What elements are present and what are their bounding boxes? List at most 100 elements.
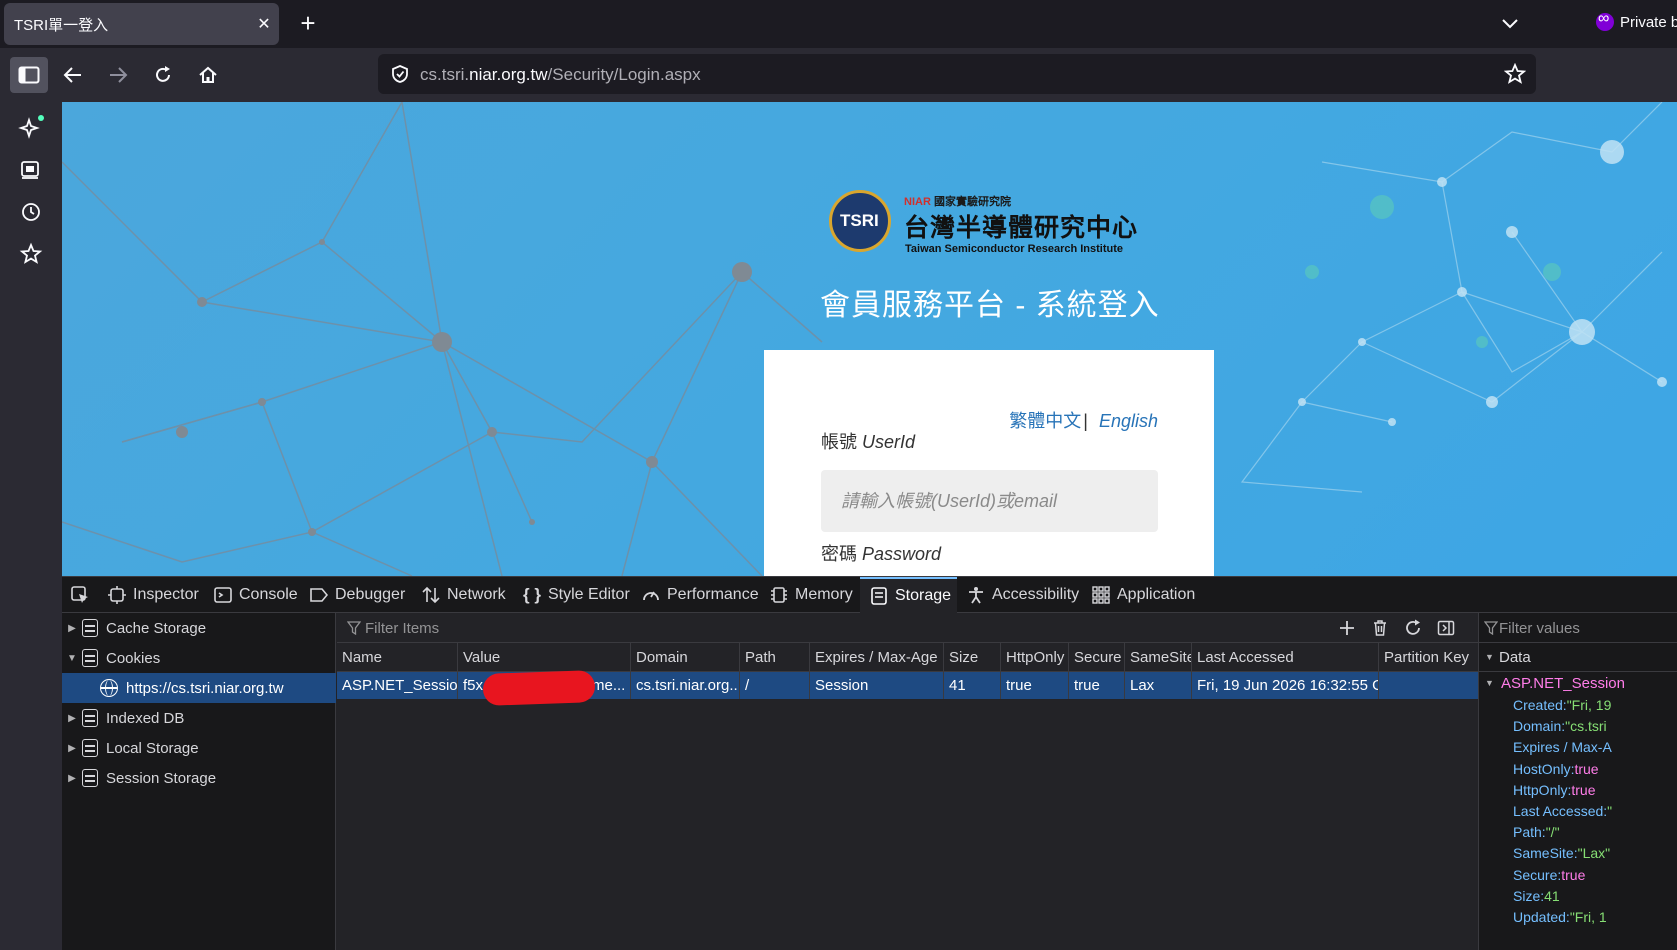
column-header-value[interactable]: Value — [458, 643, 631, 672]
delete-item-button[interactable] — [1367, 616, 1393, 640]
back-button[interactable] — [54, 57, 92, 93]
column-header-httponly[interactable]: HttpOnly — [1001, 643, 1069, 672]
userid-input[interactable] — [821, 470, 1158, 532]
data-property-line[interactable]: Size:41 — [1513, 888, 1560, 904]
data-property-line[interactable]: HostOnly:true — [1513, 761, 1599, 777]
devtools-toolbar: Inspector Console Debugger Network { } S… — [62, 577, 1677, 613]
data-section-header[interactable]: Data — [1479, 643, 1677, 672]
data-property-line[interactable]: Updated:"Fri, 1 — [1513, 909, 1607, 925]
toggle-sidebar-button[interactable] — [1433, 616, 1459, 640]
data-property-line[interactable]: HttpOnly:true — [1513, 782, 1595, 798]
bookmark-star-icon[interactable] — [1504, 63, 1526, 85]
url-text[interactable]: cs.tsri.niar.org.tw/Security/Login.aspx — [420, 65, 701, 85]
column-header-size[interactable]: Size — [944, 643, 1001, 672]
tab-storage[interactable]: Storage — [860, 577, 957, 613]
tree-item-local-storage[interactable]: ▶ Local Storage — [62, 733, 336, 763]
filter-items-input[interactable] — [345, 617, 1245, 639]
expand-triangle-icon[interactable]: ▶ — [62, 713, 82, 724]
tree-item-cache-storage[interactable]: ▶ Cache Storage — [62, 613, 336, 643]
sidebar-toggle-button[interactable] — [10, 57, 48, 93]
table-row[interactable]: ASP.NET_Session... f5x me... cs.tsri.nia… — [337, 670, 1478, 706]
column-header-domain[interactable]: Domain — [631, 643, 740, 672]
tab-memory[interactable]: Memory — [770, 577, 853, 613]
performance-gauge-icon — [643, 591, 659, 601]
data-property-key: Domain: — [1513, 718, 1566, 735]
data-property-line[interactable]: Expires / Max-A — [1513, 739, 1612, 755]
ai-chatbot-sparkle-icon[interactable] — [17, 114, 45, 142]
column-header-path[interactable]: Path — [740, 643, 810, 672]
forward-arrow-icon — [110, 67, 128, 83]
shield-icon[interactable] — [390, 64, 410, 84]
home-button[interactable] — [189, 57, 227, 93]
url-bar[interactable]: cs.tsri.niar.org.tw/Security/Login.aspx — [378, 54, 1536, 94]
column-header-last-accessed[interactable]: Last Accessed — [1192, 643, 1379, 672]
collapse-triangle-icon[interactable]: ▼ — [62, 653, 82, 664]
new-tab-button[interactable]: + — [292, 8, 324, 40]
tree-item-indexed-db[interactable]: ▶ Indexed DB — [62, 703, 336, 733]
network-arrows-icon — [422, 586, 440, 604]
expand-triangle-icon[interactable]: ▶ — [62, 623, 82, 634]
data-property-key: HostOnly: — [1513, 760, 1575, 777]
data-property-line[interactable]: Domain:"cs.tsri — [1513, 718, 1607, 734]
storage-db-icon — [82, 739, 98, 757]
add-item-button[interactable] — [1334, 616, 1360, 640]
tree-item-session-storage[interactable]: ▶ Session Storage — [62, 763, 336, 793]
data-property-value: "Fri, 1 — [1569, 909, 1607, 925]
tab-title: TSRI單一登入 — [14, 16, 109, 34]
language-switcher: 繁體中文 | English — [1009, 407, 1158, 433]
tab-application[interactable]: Application — [1092, 577, 1195, 613]
tab-network[interactable]: Network — [422, 577, 506, 613]
login-card: 繁體中文| English 帳號 UserId 密碼 Password — [764, 350, 1214, 576]
history-clock-icon[interactable] — [17, 198, 45, 226]
forward-button[interactable] — [99, 57, 137, 93]
refresh-items-button[interactable] — [1400, 616, 1426, 640]
column-header-samesite[interactable]: SameSite — [1125, 643, 1192, 672]
data-property-line[interactable]: Last Accessed:" — [1513, 803, 1612, 819]
tab-debugger[interactable]: Debugger — [310, 577, 405, 613]
lang-en-link[interactable]: English — [1099, 411, 1158, 431]
tab-list-chevron-icon[interactable] — [1496, 12, 1524, 36]
niar-logo-text: NIAR 國家實驗研究院 — [904, 196, 1011, 208]
sidebar-icon — [18, 66, 40, 84]
data-property-line[interactable]: Secure:true — [1513, 867, 1585, 883]
data-property-value: true — [1561, 866, 1586, 883]
tab-close-icon[interactable]: ✕ — [249, 14, 279, 34]
private-mask-icon — [1596, 10, 1614, 31]
filter-values-input[interactable] — [1499, 617, 1669, 639]
data-root-item[interactable]: ASP.NET_Session — [1485, 675, 1625, 692]
tab-console[interactable]: Console — [214, 577, 298, 613]
tsri-name-en: Taiwan Semiconductor Research Institute — [905, 243, 1124, 255]
data-property-key: Created: — [1513, 697, 1567, 713]
cell-expires: Session — [810, 672, 944, 699]
column-header-name[interactable]: Name — [337, 643, 458, 672]
data-property-line[interactable]: Created:"Fri, 19 — [1513, 697, 1611, 713]
cookies-table-panel: Name Value Domain Path Expires / Max-Age… — [337, 613, 1478, 950]
tree-item-cookie-host[interactable]: https://cs.tsri.niar.org.tw — [62, 673, 336, 703]
expand-triangle-icon[interactable]: ▶ — [62, 773, 82, 784]
storage-tree: ▶ Cache Storage ▼ Cookies https://cs.tsri.… — [62, 613, 336, 950]
tab-inspector[interactable]: Inspector — [108, 577, 199, 613]
lang-separator: | — [1083, 411, 1088, 431]
storage-db-icon — [82, 709, 98, 727]
column-header-secure[interactable]: Secure — [1069, 643, 1125, 672]
debugger-icon — [310, 588, 328, 602]
browser-tab[interactable]: TSRI單一登入 ✕ — [4, 3, 279, 45]
filter-values-bar — [1479, 613, 1677, 643]
data-property-line[interactable]: Path:"/" — [1513, 824, 1560, 840]
tab-performance[interactable]: Performance — [642, 577, 759, 613]
element-picker-button[interactable] — [70, 577, 90, 613]
braces-icon: { } — [523, 585, 541, 604]
tree-item-cookies[interactable]: ▼ Cookies — [62, 643, 336, 673]
tab-accessibility[interactable]: Accessibility — [967, 577, 1079, 613]
reload-button[interactable] — [144, 57, 182, 93]
url-host: niar.org.tw — [469, 65, 548, 84]
column-header-expires[interactable]: Expires / Max-Age — [810, 643, 944, 672]
synced-tabs-icon[interactable] — [17, 156, 45, 184]
column-header-partition-key[interactable]: Partition Key — [1379, 643, 1478, 672]
lang-zh-link[interactable]: 繁體中文 — [1009, 411, 1081, 431]
expand-triangle-icon[interactable]: ▶ — [62, 743, 82, 754]
bookmarks-star-icon[interactable] — [17, 240, 45, 268]
tab-style-editor[interactable]: { } Style Editor — [523, 577, 630, 613]
data-property-line[interactable]: SameSite:"Lax" — [1513, 845, 1610, 861]
cell-domain: cs.tsri.niar.org.... — [631, 672, 740, 699]
